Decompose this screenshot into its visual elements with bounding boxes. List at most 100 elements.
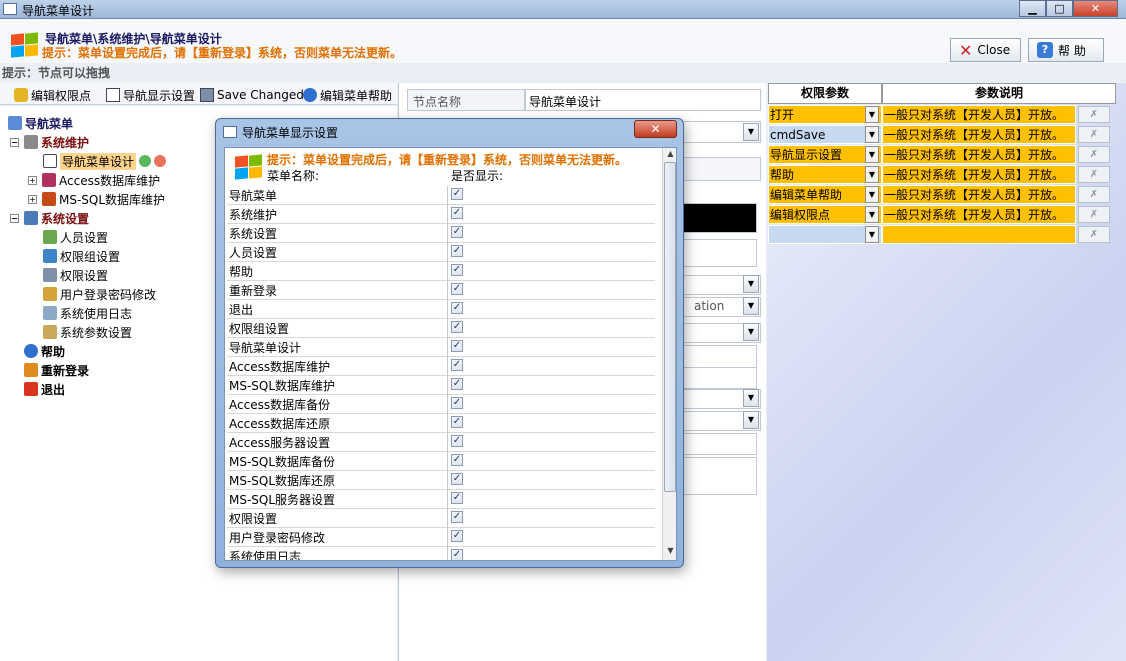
nav-display-button[interactable]: 导航显示设置 [106, 86, 195, 104]
save-changed-button[interactable]: Save Changed [200, 86, 304, 104]
dropdown-arrow-icon[interactable]: ▼ [865, 186, 879, 203]
delete-row-icon[interactable]: ✗ [1078, 206, 1110, 223]
desc-cell[interactable]: 一般只对系统【开发人员】开放。 [882, 205, 1076, 224]
menu-visibility-row[interactable]: Access服务器设置 ✓ [227, 433, 655, 452]
maximize-button[interactable]: □ [1046, 0, 1073, 17]
menu-visibility-row[interactable]: 人员设置 ✓ [227, 243, 655, 262]
menu-visibility-row[interactable]: Access数据库还原 ✓ [227, 414, 655, 433]
menu-visibility-row[interactable]: 用户登录密码修改 ✓ [227, 528, 655, 547]
tree-node-pwd[interactable]: 用户登录密码修改 [43, 285, 156, 303]
visible-checkbox[interactable]: ✓ [451, 359, 463, 371]
menu-visibility-row[interactable]: 重新登录 ✓ [227, 281, 655, 300]
collapse-icon[interactable]: − [10, 213, 19, 223]
tree-node-relogin[interactable]: 重新登录 [24, 361, 89, 379]
dropdown-arrow-icon[interactable]: ▼ [743, 389, 759, 407]
dropdown-arrow-icon[interactable]: ▼ [743, 411, 759, 429]
dropdown-arrow-icon[interactable]: ▼ [865, 206, 879, 223]
tree-node-log[interactable]: 系统使用日志 [43, 304, 132, 322]
tree-node-users[interactable]: 人员设置 [43, 228, 108, 246]
delete-row-icon[interactable]: ✗ [1078, 146, 1110, 163]
scroll-thumb[interactable] [664, 162, 676, 492]
dialog-scrollbar[interactable]: ▲ ▼ [662, 148, 676, 560]
desc-cell[interactable] [882, 225, 1076, 244]
menu-visibility-row[interactable]: MS-SQL服务器设置 ✓ [227, 490, 655, 509]
delete-row-icon[interactable]: ✗ [1078, 226, 1110, 243]
menu-visibility-row[interactable]: 权限组设置 ✓ [227, 319, 655, 338]
desc-cell[interactable]: 一般只对系统【开发人员】开放。 [882, 125, 1076, 144]
menu-visibility-row[interactable]: 系统设置 ✓ [227, 224, 655, 243]
tree-node-root[interactable]: 导航菜单 [8, 114, 73, 132]
visible-checkbox[interactable]: ✓ [451, 530, 463, 542]
visible-checkbox[interactable]: ✓ [451, 302, 463, 314]
menu-visibility-row[interactable]: 导航菜单 ✓ [227, 186, 655, 205]
tree-node-exit[interactable]: 退出 [24, 380, 65, 398]
dropdown-arrow-icon[interactable]: ▼ [865, 106, 879, 123]
dropdown-arrow-icon[interactable]: ▼ [865, 226, 879, 243]
dropdown-arrow-icon[interactable]: ▼ [865, 146, 879, 163]
tree-node-help[interactable]: 帮助 [24, 342, 65, 360]
tree-node-perm-group[interactable]: 权限组设置 [43, 247, 120, 265]
tree-node-perm[interactable]: 权限设置 [43, 266, 108, 284]
desc-cell[interactable]: 一般只对系统【开发人员】开放。 [882, 165, 1076, 184]
dropdown-arrow-icon[interactable]: ▼ [865, 166, 879, 183]
menu-visibility-row[interactable]: 权限设置 ✓ [227, 509, 655, 528]
visible-checkbox[interactable]: ✓ [451, 207, 463, 219]
menu-visibility-row[interactable]: 退出 ✓ [227, 300, 655, 319]
menu-visibility-row[interactable]: MS-SQL数据库还原 ✓ [227, 471, 655, 490]
tree-node-sys-maint[interactable]: − 系统维护 [10, 133, 89, 151]
visible-checkbox[interactable]: ✓ [451, 416, 463, 428]
visible-checkbox[interactable]: ✓ [451, 454, 463, 466]
menu-visibility-row[interactable]: 系统维护 ✓ [227, 205, 655, 224]
node-name-input[interactable]: 导航菜单设计 [525, 89, 761, 111]
tree-node-nav-design[interactable]: 导航菜单设计 [43, 152, 167, 170]
tree-node-params[interactable]: 系统参数设置 [43, 323, 132, 341]
visible-checkbox[interactable]: ✓ [451, 283, 463, 295]
tree-node-sys-settings[interactable]: − 系统设置 [10, 209, 89, 227]
menu-visibility-row[interactable]: 导航菜单设计 ✓ [227, 338, 655, 357]
visible-checkbox[interactable]: ✓ [451, 473, 463, 485]
dropdown-arrow-icon[interactable]: ▼ [743, 275, 759, 293]
visible-checkbox[interactable]: ✓ [451, 492, 463, 504]
expand-icon[interactable]: + [28, 194, 37, 204]
desc-cell[interactable]: 一般只对系统【开发人员】开放。 [882, 185, 1076, 204]
scroll-down-icon[interactable]: ▼ [665, 546, 676, 558]
tree-node-access[interactable]: + Access数据库维护 [28, 171, 160, 189]
visible-checkbox[interactable]: ✓ [451, 264, 463, 276]
minimize-button[interactable]: ▁ [1019, 0, 1046, 17]
visible-checkbox[interactable]: ✓ [451, 511, 463, 523]
tree-node-mssql[interactable]: + MS-SQL数据库维护 [28, 190, 165, 208]
add-icon[interactable] [139, 155, 152, 167]
desc-cell[interactable]: 一般只对系统【开发人员】开放。 [882, 145, 1076, 164]
menu-visibility-row[interactable]: MS-SQL数据库维护 ✓ [227, 376, 655, 395]
visible-checkbox[interactable]: ✓ [451, 321, 463, 333]
dropdown-arrow-icon[interactable]: ▼ [865, 126, 879, 143]
window-close-button[interactable]: ✕ [1073, 0, 1118, 17]
visible-checkbox[interactable]: ✓ [451, 435, 463, 447]
menu-visibility-row[interactable]: MS-SQL数据库备份 ✓ [227, 452, 655, 471]
visible-checkbox[interactable]: ✓ [451, 549, 463, 560]
menu-visibility-row[interactable]: 系统使用日志 ✓ [227, 547, 655, 560]
edit-help-button[interactable]: 编辑菜单帮助 [303, 86, 392, 104]
delete-row-icon[interactable]: ✗ [1078, 186, 1110, 203]
visible-checkbox[interactable]: ✓ [451, 340, 463, 352]
delete-row-icon[interactable]: ✗ [1078, 126, 1110, 143]
menu-visibility-row[interactable]: Access数据库维护 ✓ [227, 357, 655, 376]
dialog-close-button[interactable]: ✕ [634, 120, 677, 138]
visible-checkbox[interactable]: ✓ [451, 245, 463, 257]
visible-checkbox[interactable]: ✓ [451, 397, 463, 409]
edit-permission-button[interactable]: 编辑权限点 [14, 86, 91, 104]
expand-icon[interactable]: + [28, 175, 37, 185]
help-button[interactable]: ? 帮 助 [1028, 38, 1104, 62]
desc-cell[interactable]: 一般只对系统【开发人员】开放。 [882, 105, 1076, 124]
visible-checkbox[interactable]: ✓ [451, 188, 463, 200]
close-button[interactable]: ✕ Close [950, 38, 1021, 62]
dropdown-arrow-icon[interactable]: ▼ [743, 323, 759, 341]
delete-row-icon[interactable]: ✗ [1078, 166, 1110, 183]
visible-checkbox[interactable]: ✓ [451, 226, 463, 238]
dropdown-arrow-icon[interactable]: ▼ [743, 297, 759, 315]
menu-visibility-row[interactable]: Access数据库备份 ✓ [227, 395, 655, 414]
dropdown-arrow-icon[interactable]: ▼ [743, 123, 759, 141]
collapse-icon[interactable]: − [10, 137, 19, 147]
menu-visibility-row[interactable]: 帮助 ✓ [227, 262, 655, 281]
delete-row-icon[interactable]: ✗ [1078, 106, 1110, 123]
